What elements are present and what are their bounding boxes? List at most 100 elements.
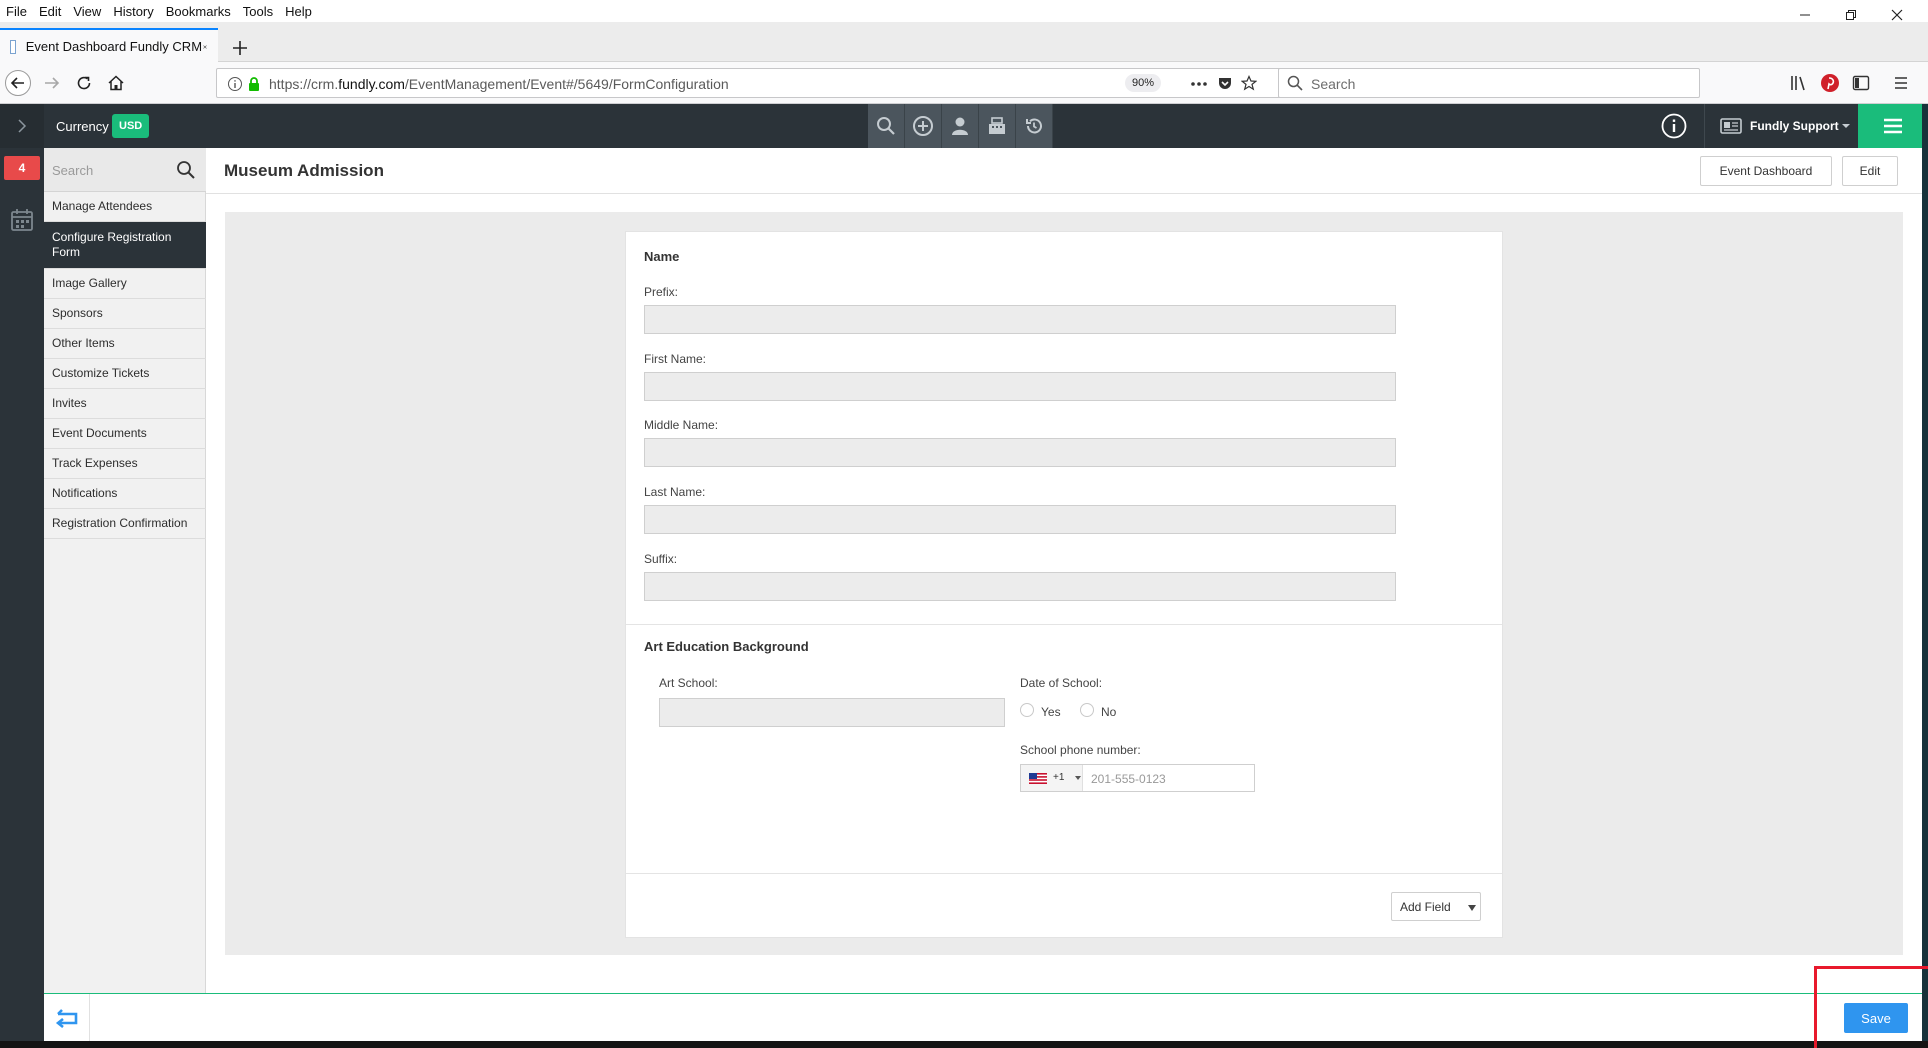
hamburger-icon [1884, 118, 1902, 134]
menu-view[interactable]: View [67, 4, 107, 19]
minimize-icon [1800, 14, 1810, 16]
expand-rail-button[interactable] [0, 104, 44, 148]
edit-button[interactable]: Edit [1842, 156, 1898, 186]
sidebar-item-manage-attendees[interactable]: Manage Attendees [44, 192, 206, 222]
name-section-title: Name [644, 249, 680, 264]
sidebar-item-track-expenses[interactable]: Track Expenses [44, 449, 206, 479]
first-name-label: First Name: [644, 352, 707, 366]
menu-edit[interactable]: Edit [33, 4, 67, 19]
sidebar-item-invites[interactable]: Invites [44, 389, 206, 419]
forward-arrow-icon [45, 77, 60, 89]
register-icon [989, 117, 1005, 134]
url-path: /EventManagement/Event#/5649/FormConfigu… [404, 76, 729, 92]
caret-down-icon [1841, 124, 1850, 128]
yes-radio[interactable] [1020, 703, 1034, 717]
sidebar-search-input[interactable] [52, 160, 172, 180]
reload-button[interactable] [70, 69, 98, 97]
menu-tools[interactable]: Tools [237, 4, 279, 19]
menu-help[interactable]: Help [279, 4, 318, 19]
url-prefix: https://crm. [269, 76, 339, 92]
first-name-input[interactable] [644, 372, 1396, 401]
url-text: https://crm.fundly.com/EventManagement/E… [269, 76, 729, 92]
art-school-input[interactable] [659, 698, 1005, 727]
zoom-level[interactable]: 90% [1125, 74, 1162, 92]
bookmark-star-icon[interactable] [1241, 75, 1257, 91]
info-circle-icon[interactable] [1660, 112, 1688, 140]
event-dashboard-button[interactable]: Event Dashboard [1700, 156, 1832, 186]
back-arrow-icon [5, 70, 31, 96]
sidebar-item-sponsors[interactable]: Sponsors [44, 299, 206, 329]
page-title: Museum Admission [224, 161, 384, 180]
date-of-school-label: Date of School: [1020, 676, 1103, 690]
url-bar[interactable]: https://crm.fundly.com/EventManagement/E… [216, 68, 1300, 98]
search-icon[interactable] [176, 160, 196, 180]
add-field-label: Add Field [1400, 899, 1451, 914]
menu-bookmarks[interactable]: Bookmarks [160, 4, 237, 19]
calendar-icon[interactable] [8, 206, 36, 234]
reports-button[interactable] [979, 104, 1016, 148]
add-field-button[interactable]: Add Field [1391, 892, 1481, 921]
forward-button[interactable] [38, 69, 66, 97]
more-actions-icon[interactable] [1189, 77, 1209, 91]
event-sidebar: Manage Attendees Configure Registration … [44, 148, 206, 994]
back-button[interactable] [4, 69, 32, 97]
browser-menu-icon[interactable] [1892, 74, 1910, 92]
close-icon [1891, 9, 1903, 21]
currency-badge[interactable]: USD [112, 114, 150, 138]
country-code: +1 [1053, 772, 1065, 783]
middle-name-label: Middle Name: [644, 418, 719, 432]
lock-icon[interactable] [247, 76, 261, 92]
sidebar-item-other-items[interactable]: Other Items [44, 329, 206, 359]
info-icon[interactable] [227, 76, 243, 92]
last-name-input[interactable] [644, 505, 1396, 534]
sidebar-item-customize-tickets[interactable]: Customize Tickets [44, 359, 206, 389]
school-phone-input[interactable]: +1 201-555-0123 [1020, 764, 1255, 792]
new-tab-icon[interactable] [228, 36, 252, 60]
sidebar-toggle-icon[interactable] [1852, 74, 1870, 92]
left-rail: 4 [0, 148, 44, 1048]
menu-history[interactable]: History [107, 4, 159, 19]
contacts-button[interactable] [942, 104, 979, 148]
suffix-label: Suffix: [644, 552, 678, 566]
tab-title: Event Dashboard Fundly CRM [25, 39, 203, 54]
global-search-button[interactable] [868, 104, 905, 148]
browser-search-bar[interactable]: Search [1278, 68, 1700, 98]
art-section-title: Art Education Background [644, 639, 809, 654]
app-top-bar: Currency USD Fundly Support [0, 104, 1928, 148]
back-button[interactable] [44, 994, 90, 1041]
history-button[interactable] [1016, 104, 1053, 148]
home-button[interactable] [102, 69, 130, 97]
browser-tab[interactable]: Event Dashboard Fundly CRM [0, 28, 218, 63]
main-menu-button[interactable] [1858, 104, 1928, 148]
notification-badge[interactable]: 4 [4, 156, 40, 180]
country-code-selector[interactable]: +1 [1021, 765, 1083, 791]
section-divider [626, 624, 1502, 625]
window-edge [1922, 104, 1928, 1048]
no-radio-label: No [1101, 705, 1117, 719]
tab-close-icon[interactable] [202, 39, 208, 55]
sidebar-item-notifications[interactable]: Notifications [44, 479, 206, 509]
prefix-input[interactable] [644, 305, 1396, 334]
no-radio[interactable] [1080, 703, 1094, 717]
action-footer: Save [44, 993, 1928, 1041]
pocket-icon[interactable] [1217, 75, 1233, 91]
sidebar-item-image-gallery[interactable]: Image Gallery [44, 269, 206, 299]
browser-menu-bar: File Edit View History Bookmarks Tools H… [0, 0, 1928, 22]
last-name-label: Last Name: [644, 485, 706, 499]
yes-radio-label: Yes [1041, 705, 1061, 719]
user-menu[interactable]: Fundly Support [1720, 114, 1850, 138]
id-card-icon [1720, 118, 1742, 134]
user-icon [952, 117, 968, 135]
sidebar-item-event-documents[interactable]: Event Documents [44, 419, 206, 449]
restore-icon [1846, 10, 1856, 20]
url-domain: fundly.com [338, 76, 405, 92]
sidebar-item-configure-registration-form[interactable]: Configure Registration Form [44, 222, 206, 269]
suffix-input[interactable] [644, 572, 1396, 601]
chevron-right-icon [18, 119, 27, 133]
library-icon[interactable] [1790, 74, 1808, 92]
menu-file[interactable]: File [0, 4, 33, 19]
sidebar-item-registration-confirmation[interactable]: Registration Confirmation [44, 509, 206, 539]
middle-name-input[interactable] [644, 438, 1396, 467]
pinterest-icon[interactable] [1820, 73, 1840, 93]
quick-add-button[interactable] [905, 104, 942, 148]
